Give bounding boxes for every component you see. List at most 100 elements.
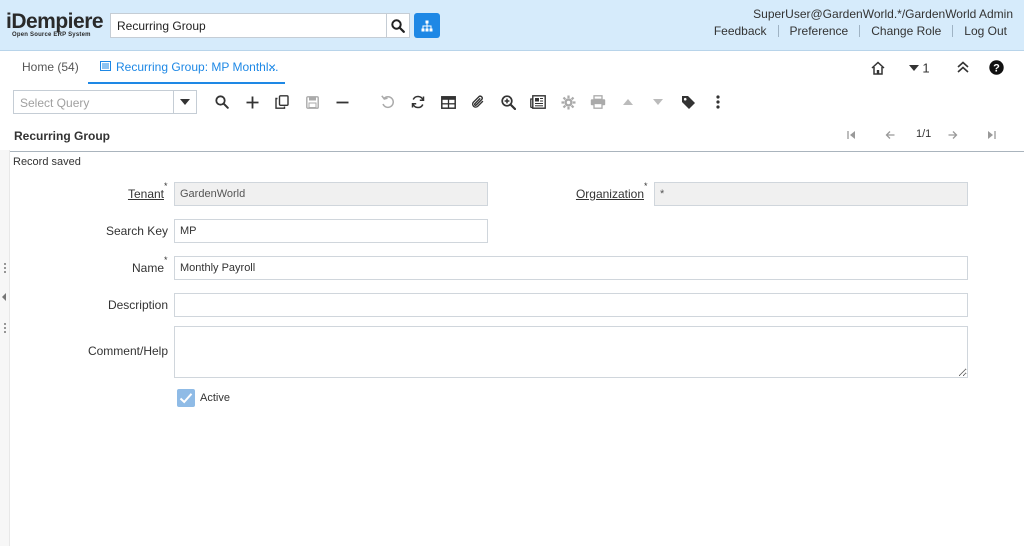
logo-subtitle: Open Source ERP System	[12, 32, 91, 38]
global-search-input[interactable]: Recurring Group	[110, 13, 387, 38]
first-record-button[interactable]	[847, 129, 856, 143]
tab-home[interactable]: Home (54)	[22, 60, 79, 74]
attachment-button[interactable]	[468, 92, 488, 112]
home-icon[interactable]	[870, 60, 886, 79]
feedback-link[interactable]: Feedback	[703, 25, 778, 37]
paperclip-icon	[472, 95, 484, 108]
search-icon	[215, 95, 229, 109]
tab-label: Recurring Group: MP Monthl...	[116, 60, 279, 74]
menu-tree-button[interactable]	[414, 13, 440, 38]
idempiere-logo[interactable]: iDempiere Open Source ERP System	[6, 10, 108, 38]
zoom-across-button[interactable]	[498, 92, 518, 112]
west-panel-splitter[interactable]	[0, 150, 10, 546]
arrow-right-icon	[948, 131, 958, 139]
app-header: iDempiere Open Source ERP System Recurri…	[0, 0, 1024, 51]
find-button[interactable]	[212, 92, 232, 112]
logo-text: iDempiere	[6, 10, 104, 33]
minus-icon	[336, 101, 348, 103]
caret-down-icon	[909, 64, 919, 71]
tag-icon	[681, 95, 695, 109]
status-message: Record saved	[13, 156, 81, 168]
checkmark-icon	[179, 393, 193, 404]
undo-button[interactable]	[378, 92, 398, 112]
plus-icon	[246, 96, 258, 108]
window-list-dropdown[interactable]: 1	[909, 60, 930, 75]
comment-help-label: Comment/Help	[87, 344, 168, 358]
active-label[interactable]: Active	[200, 392, 230, 404]
description-field[interactable]	[174, 293, 968, 317]
chevron-down-icon[interactable]	[173, 91, 196, 113]
name-label: Name	[131, 261, 164, 275]
tenant-label[interactable]: Tenant	[60, 187, 164, 201]
change-role-link[interactable]: Change Role	[859, 25, 952, 37]
print-button[interactable]	[588, 92, 608, 112]
drag-handle-icon	[4, 263, 6, 273]
name-field[interactable]: Monthly Payroll	[174, 256, 968, 280]
panel-divider	[10, 151, 1024, 152]
required-marker: *	[644, 181, 648, 191]
first-icon	[847, 131, 855, 139]
copy-icon	[275, 95, 289, 109]
user-info: SuperUser@GardenWorld.*/GardenWorld Admi…	[753, 7, 1013, 21]
caret-left-icon	[2, 293, 6, 301]
required-marker: *	[164, 255, 168, 265]
gear-icon	[561, 95, 575, 109]
active-checkbox[interactable]	[177, 389, 195, 407]
sitemap-icon	[421, 20, 433, 31]
window-toolbar: Select Query	[0, 86, 1024, 120]
report-button[interactable]	[528, 92, 548, 112]
zoom-in-icon	[500, 94, 516, 110]
printer-icon	[590, 95, 606, 109]
window-icon	[100, 61, 111, 71]
more-actions-button[interactable]	[708, 92, 728, 112]
table-icon	[440, 95, 456, 109]
tag-button[interactable]	[678, 92, 698, 112]
drag-handle-icon	[4, 323, 6, 333]
newspaper-icon	[530, 95, 546, 109]
save-icon	[305, 95, 319, 109]
close-icon[interactable]: ×	[268, 60, 276, 74]
refresh-icon	[411, 95, 425, 109]
window-tab-bar: Home (54) Recurring Group: MP Monthl... …	[0, 51, 1024, 85]
caret-up-icon	[623, 99, 633, 105]
query-placeholder: Select Query	[20, 96, 90, 110]
arrow-left-icon	[885, 131, 895, 139]
tenant-field[interactable]: GardenWorld	[174, 182, 488, 206]
search-icon	[391, 18, 405, 33]
save-button[interactable]	[302, 92, 322, 112]
previous-record-button[interactable]	[885, 129, 895, 143]
collapse-up-icon[interactable]	[956, 60, 970, 77]
last-record-button[interactable]	[987, 129, 996, 143]
panel-title: Recurring Group	[14, 129, 111, 143]
preference-link[interactable]: Preference	[777, 25, 860, 37]
window-count: 1	[922, 60, 930, 76]
required-marker: *	[164, 181, 168, 191]
copy-record-button[interactable]	[272, 92, 292, 112]
description-label: Description	[107, 298, 168, 312]
record-position: 1/1	[916, 128, 932, 140]
organization-label[interactable]: Organization	[540, 187, 644, 201]
undo-icon	[381, 95, 394, 109]
comment-help-field[interactable]	[174, 326, 968, 378]
refresh-button[interactable]	[408, 92, 428, 112]
caret-down-icon	[653, 99, 663, 105]
header-links: Feedback Preference Change Role Log Out	[703, 25, 1007, 37]
svg-text:?: ?	[993, 62, 1000, 74]
search-key-field[interactable]: MP	[174, 219, 488, 243]
search-button[interactable]	[386, 13, 410, 38]
logout-link[interactable]: Log Out	[952, 25, 1007, 37]
tab-recurring-group[interactable]: Recurring Group: MP Monthl... ×	[88, 51, 285, 84]
last-icon	[988, 131, 996, 139]
delete-record-button[interactable]	[332, 92, 352, 112]
parent-record-button[interactable]	[618, 92, 638, 112]
organization-field[interactable]: *	[654, 182, 968, 206]
help-icon[interactable]: ?	[989, 60, 1004, 78]
search-key-label: Search Key	[105, 224, 168, 238]
more-vertical-icon	[716, 95, 720, 109]
detail-record-button[interactable]	[648, 92, 668, 112]
new-record-button[interactable]	[242, 92, 262, 112]
process-button[interactable]	[558, 92, 578, 112]
grid-toggle-button[interactable]	[438, 92, 458, 112]
select-query-combo[interactable]: Select Query	[13, 90, 197, 114]
next-record-button[interactable]	[948, 129, 958, 143]
